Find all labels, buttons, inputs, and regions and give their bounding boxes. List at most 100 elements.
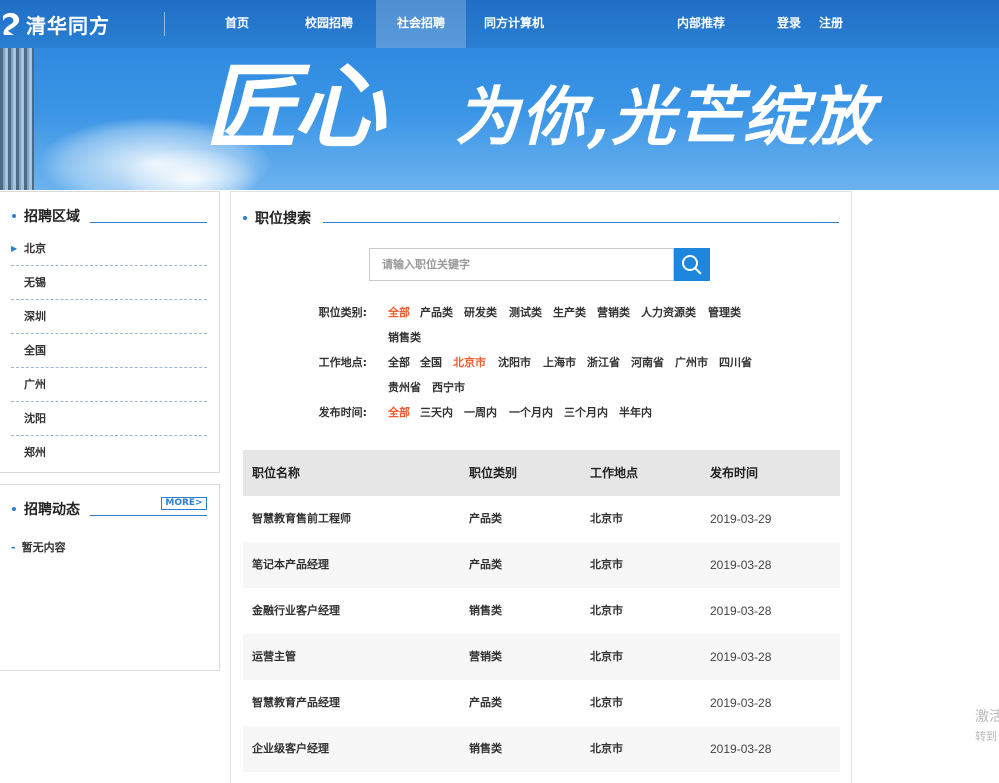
category-option-test[interactable]: 测试类 bbox=[509, 304, 542, 320]
activation-watermark: 激活 bbox=[975, 709, 999, 725]
location-option-henan[interactable]: 河南省 bbox=[631, 354, 664, 370]
job-date: 2019-03-28 bbox=[710, 604, 772, 618]
search-icon bbox=[682, 255, 702, 275]
table-row[interactable]: 笔记本产品经理 产品类 北京市 2019-03-28 bbox=[243, 542, 840, 588]
job-category: 产品类 bbox=[469, 558, 502, 571]
job-date: 2019-03-28 bbox=[710, 558, 772, 572]
banner-building-image bbox=[0, 48, 34, 190]
job-location: 北京市 bbox=[590, 696, 623, 709]
location-option-xining[interactable]: 西宁市 bbox=[432, 379, 465, 395]
location-option-guangzhou[interactable]: 广州市 bbox=[675, 354, 708, 370]
category-option-rd[interactable]: 研发类 bbox=[464, 304, 497, 320]
job-date: 2019-03-28 bbox=[710, 742, 772, 756]
time-option-1month[interactable]: 一个月内 bbox=[509, 404, 553, 420]
hero-banner: 匠心 为你,光芒绽放 bbox=[0, 48, 999, 190]
job-name[interactable]: 笔记本产品经理 bbox=[252, 542, 329, 588]
location-option-shenyang[interactable]: 沈阳市 bbox=[498, 354, 531, 370]
nav-home[interactable]: 首页 bbox=[212, 0, 262, 48]
job-category: 产品类 bbox=[469, 696, 502, 709]
title-underline bbox=[323, 222, 839, 223]
location-option-all[interactable]: 全部 bbox=[388, 354, 410, 370]
news-panel-title-text: 招聘动态 bbox=[24, 502, 80, 518]
table-row[interactable]: 智慧教育产品经理 产品类 北京市 2019-03-28 bbox=[243, 680, 840, 726]
job-location: 北京市 bbox=[590, 604, 623, 617]
region-item-national[interactable]: 全国 bbox=[11, 334, 207, 368]
logo[interactable]: 清华同方 bbox=[0, 8, 110, 40]
banner-slogan-sub: 为你,光芒绽放 bbox=[455, 80, 876, 155]
region-panel-title-text: 招聘区域 bbox=[24, 209, 80, 225]
location-option-guizhou[interactable]: 贵州省 bbox=[388, 379, 421, 395]
time-option-6months[interactable]: 半年内 bbox=[619, 404, 652, 420]
time-option-1week[interactable]: 一周内 bbox=[464, 404, 497, 420]
region-item-guangzhou[interactable]: 广州 bbox=[11, 368, 207, 402]
table-row[interactable]: 金融行业客户经理 销售类 北京市 2019-03-28 bbox=[243, 588, 840, 634]
job-name[interactable]: 智慧教育产品经理 bbox=[252, 680, 340, 726]
news-panel: 招聘动态 MORE> - 暂无内容 bbox=[0, 484, 220, 671]
job-search-title-text: 职位搜索 bbox=[255, 211, 311, 227]
category-option-hr[interactable]: 人力资源类 bbox=[641, 304, 696, 320]
category-filter-label: 职位类别: bbox=[318, 306, 367, 319]
job-location: 北京市 bbox=[590, 742, 623, 755]
region-item-label: 无锡 bbox=[24, 276, 46, 289]
job-keyword-input[interactable] bbox=[370, 249, 673, 280]
bullet-icon bbox=[12, 507, 16, 511]
nav-register[interactable]: 注册 bbox=[814, 0, 848, 48]
region-item-shenzhen[interactable]: 深圳 bbox=[11, 300, 207, 334]
table-row[interactable]: 智慧教育售前工程师 产品类 北京市 2019-03-29 bbox=[243, 496, 840, 542]
category-option-product[interactable]: 产品类 bbox=[420, 304, 453, 320]
nav-internal-referral[interactable]: 内部推荐 bbox=[668, 0, 734, 48]
location-option-zhejiang[interactable]: 浙江省 bbox=[587, 354, 620, 370]
region-item-label: 广州 bbox=[24, 378, 46, 391]
bullet-icon bbox=[12, 214, 16, 218]
category-option-management[interactable]: 管理类 bbox=[708, 304, 741, 320]
location-option-national[interactable]: 全国 bbox=[420, 354, 442, 370]
job-name[interactable]: 智慧教育售前工程师 bbox=[252, 496, 351, 542]
job-name[interactable]: 金融行业客户经理 bbox=[252, 588, 340, 634]
brand-name: 清华同方 bbox=[26, 13, 110, 38]
logo-icon bbox=[0, 11, 22, 37]
time-option-3months[interactable]: 三个月内 bbox=[564, 404, 608, 420]
job-name[interactable]: 企业级客户经理 bbox=[252, 726, 329, 772]
job-name[interactable]: 运营主管 bbox=[252, 634, 296, 680]
region-item-shenyang[interactable]: 沈阳 bbox=[11, 402, 207, 436]
job-date: 2019-03-28 bbox=[710, 650, 772, 664]
title-underline bbox=[90, 515, 207, 516]
region-item-beijing[interactable]: ▶ 北京 bbox=[11, 232, 207, 266]
category-option-sales[interactable]: 销售类 bbox=[388, 329, 421, 345]
news-panel-title: 招聘动态 bbox=[12, 499, 80, 519]
job-search-panel: 职位搜索 职位类别: 全部 产品类 研发类 测试类 生产类 营销类 人力资源类 … bbox=[230, 191, 852, 783]
time-option-all[interactable]: 全部 bbox=[388, 404, 410, 420]
table-row[interactable]: 企业级客户经理 销售类 北京市 2019-03-28 bbox=[243, 726, 840, 772]
category-option-marketing[interactable]: 营销类 bbox=[597, 304, 630, 320]
job-location: 北京市 bbox=[590, 650, 623, 663]
table-row[interactable]: 运营主管 营销类 北京市 2019-03-28 bbox=[243, 634, 840, 680]
nav-campus-recruitment[interactable]: 校园招聘 bbox=[292, 0, 366, 48]
region-item-zhengzhou[interactable]: 郑州 bbox=[11, 436, 207, 470]
job-category: 销售类 bbox=[469, 604, 502, 617]
category-option-production[interactable]: 生产类 bbox=[553, 304, 586, 320]
region-panel-title: 招聘区域 bbox=[12, 206, 80, 226]
nav-tongfang-computer[interactable]: 同方计算机 bbox=[474, 0, 554, 48]
job-category: 营销类 bbox=[469, 650, 502, 663]
time-option-3days[interactable]: 三天内 bbox=[420, 404, 453, 420]
region-item-label: 郑州 bbox=[24, 446, 46, 459]
top-navbar: 清华同方 首页 校园招聘 社会招聘 同方计算机 内部推荐 登录 注册 bbox=[0, 0, 999, 48]
header-job-category: 职位类别 bbox=[469, 466, 518, 480]
region-item-label: 北京 bbox=[24, 242, 46, 255]
search-box bbox=[369, 248, 674, 281]
location-option-shanghai[interactable]: 上海市 bbox=[543, 354, 576, 370]
location-option-sichuan[interactable]: 四川省 bbox=[719, 354, 752, 370]
more-link[interactable]: MORE> bbox=[161, 497, 207, 510]
category-option-all[interactable]: 全部 bbox=[388, 304, 410, 320]
banner-slogan-main: 匠心 bbox=[205, 53, 385, 161]
nav-login[interactable]: 登录 bbox=[772, 0, 806, 48]
job-category: 产品类 bbox=[469, 512, 502, 525]
region-item-label: 深圳 bbox=[24, 310, 46, 323]
job-location: 北京市 bbox=[590, 512, 623, 525]
nav-social-recruitment[interactable]: 社会招聘 bbox=[376, 0, 466, 48]
header-publish-date: 发布时间 bbox=[710, 466, 759, 480]
search-button[interactable] bbox=[674, 248, 710, 281]
region-item-wuxi[interactable]: 无锡 bbox=[11, 266, 207, 300]
job-table-header: 职位名称 职位类别 工作地点 发布时间 bbox=[243, 450, 840, 496]
location-option-beijing[interactable]: 北京市 bbox=[453, 354, 486, 370]
